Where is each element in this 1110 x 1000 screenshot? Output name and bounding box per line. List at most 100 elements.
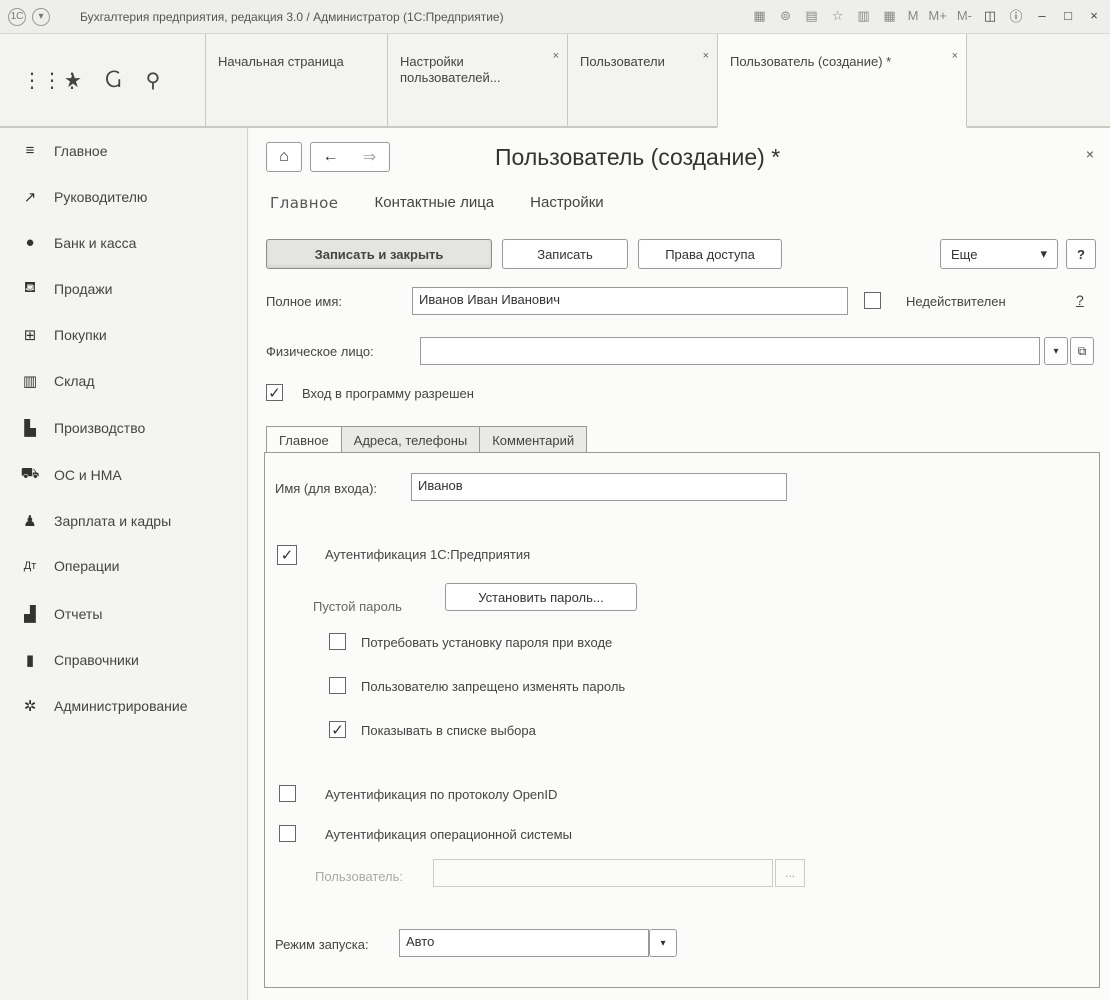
- close-tab-icon[interactable]: ×: [952, 50, 958, 62]
- show-in-list-checkbox[interactable]: ✓: [329, 721, 346, 739]
- invalid-help-link[interactable]: ?: [1076, 292, 1084, 308]
- close-window-icon[interactable]: ×: [1086, 8, 1102, 23]
- subtab-contacts[interactable]: Контактные лица: [374, 194, 494, 212]
- os-user-select-button: ...: [775, 859, 805, 887]
- forward-button[interactable]: ⇒: [350, 147, 389, 167]
- history-icon[interactable]: ⊚: [778, 8, 794, 24]
- subtab-main[interactable]: Главное: [270, 194, 338, 212]
- subtab-settings[interactable]: Настройки: [530, 194, 604, 212]
- menu-icon: ≡: [25, 142, 35, 159]
- panels-icon[interactable]: ◫: [982, 8, 998, 24]
- tab-users[interactable]: Пользователи ×: [567, 34, 717, 126]
- tab-home-page[interactable]: Начальная страница: [205, 34, 387, 126]
- close-tab-icon[interactable]: ×: [553, 50, 559, 62]
- window-title: Бухгалтерия предприятия, редакция 3.0 / …: [80, 9, 504, 24]
- sidebar-item-warehouse[interactable]: ▥ Склад: [20, 372, 95, 390]
- sidebar-item-catalogs[interactable]: ▮ Справочники: [20, 651, 139, 669]
- maximize-icon[interactable]: □: [1060, 8, 1076, 23]
- close-form-icon[interactable]: ×: [1086, 146, 1094, 162]
- sidebar-item-admin[interactable]: ✲ Администрирование: [20, 697, 188, 715]
- sidebar-item-label: Покупки: [54, 327, 107, 343]
- login-allowed-label: Вход в программу разрешен: [302, 386, 474, 401]
- history-clock-icon[interactable]: Ⴚ: [102, 68, 124, 93]
- calendar-icon[interactable]: ▦: [752, 8, 768, 24]
- access-rights-button[interactable]: Права доступа: [638, 239, 782, 269]
- tab-inner-comment[interactable]: Комментарий: [480, 426, 588, 454]
- save-close-button[interactable]: Записать и закрыть: [266, 239, 492, 269]
- launch-mode-dropdown-button[interactable]: ▾: [649, 929, 677, 957]
- chevron-down-icon: ▾: [1040, 246, 1047, 261]
- back-button[interactable]: ←: [311, 148, 350, 166]
- tab-inner-addresses[interactable]: Адреса, телефоны: [341, 426, 481, 454]
- tab-label: Пользователь (создание) *: [730, 54, 892, 69]
- show-in-list-label: Показывать в списке выбора: [361, 723, 536, 738]
- sidebar-item-sales[interactable]: ⛾ Продажи: [20, 279, 113, 298]
- grid-icon[interactable]: ▦: [882, 8, 898, 24]
- grid-menu-icon[interactable]: ⋮⋮⋮: [22, 68, 82, 93]
- tab-label: Пользователи: [580, 54, 665, 69]
- launch-mode-select[interactable]: Авто: [399, 929, 649, 957]
- search-icon[interactable]: ⚲: [142, 68, 164, 93]
- require-password-checkbox[interactable]: [329, 633, 346, 650]
- search-doc-icon[interactable]: ▤: [804, 8, 820, 24]
- sidebar-item-reports[interactable]: ▟ Отчеты: [20, 605, 102, 623]
- chevron-down-icon: ▾: [1053, 345, 1059, 357]
- sidebar-item-purchases[interactable]: ⊞ Покупки: [20, 326, 107, 344]
- app-menu-dropdown-icon[interactable]: ▾: [32, 7, 50, 26]
- home-icon: ⌂: [279, 148, 289, 165]
- person-field[interactable]: [420, 337, 1040, 365]
- sidebar-item-label: Руководителю: [54, 189, 148, 205]
- memory-mplus-icon[interactable]: M+: [928, 8, 946, 23]
- full-name-label: Полное имя:: [266, 294, 342, 309]
- sections-sidebar: ≡ Главное ↗ Руководителю ● Банк и касса …: [0, 128, 248, 1000]
- sidebar-item-salary[interactable]: ♟ Зарплата и кадры: [20, 512, 171, 530]
- invalid-checkbox[interactable]: [864, 292, 881, 309]
- forbid-change-checkbox[interactable]: [329, 677, 346, 694]
- memory-m-icon[interactable]: M: [908, 8, 919, 23]
- login-name-field[interactable]: Иванов: [411, 473, 787, 501]
- check-icon: ✓: [331, 721, 344, 739]
- info-icon[interactable]: ⓘ: [1008, 6, 1024, 25]
- tab-user-create[interactable]: Пользователь (создание) * ×: [717, 34, 967, 128]
- factory-icon: ▙: [24, 420, 36, 437]
- favorite-icon[interactable]: ☆: [830, 8, 846, 24]
- memory-mminus-icon[interactable]: M-: [957, 8, 972, 23]
- empty-password-label: Пустой пароль: [313, 599, 402, 614]
- full-name-field[interactable]: Иванов Иван Иванович: [412, 287, 848, 315]
- sidebar-item-manager[interactable]: ↗ Руководителю: [20, 188, 148, 206]
- os-auth-label: Аутентификация операционной системы: [325, 827, 572, 842]
- calculator-icon[interactable]: ▥: [856, 8, 872, 24]
- open-link-icon: ⧉: [1077, 343, 1087, 358]
- auth-1c-checkbox[interactable]: ✓: [277, 545, 297, 565]
- sidebar-item-main[interactable]: ≡ Главное: [20, 142, 108, 159]
- set-password-button[interactable]: Установить пароль...: [445, 583, 637, 611]
- person-open-button[interactable]: ⧉: [1070, 337, 1094, 365]
- openid-label: Аутентификация по протоколу OpenID: [325, 787, 558, 802]
- more-button[interactable]: Еще ▾: [940, 239, 1058, 269]
- person-dropdown-button[interactable]: ▾: [1044, 337, 1068, 365]
- minimize-icon[interactable]: –: [1034, 8, 1050, 23]
- sidebar-item-label: Администрирование: [54, 698, 188, 714]
- sidebar-item-bank[interactable]: ● Банк и касса: [20, 234, 136, 251]
- sidebar-item-operations[interactable]: Дт Операции: [20, 558, 120, 574]
- sidebar-item-assets[interactable]: ⛟ ОС и НМА: [20, 465, 122, 484]
- sidebar-item-label: Склад: [54, 373, 95, 389]
- tab-user-settings[interactable]: Настройки пользователей... ×: [387, 34, 567, 126]
- sidebar-item-production[interactable]: ▙ Производство: [20, 419, 145, 437]
- inner-tab-panel: Имя (для входа): Иванов ✓ Аутентификация…: [264, 452, 1100, 988]
- coin-icon: ●: [25, 234, 35, 251]
- sidebar-item-label: Банк и касса: [54, 234, 137, 251]
- os-auth-checkbox[interactable]: [279, 825, 296, 842]
- login-allowed-checkbox[interactable]: ✓: [266, 384, 283, 402]
- os-user-label: Пользователь:: [315, 869, 403, 884]
- help-button[interactable]: ?: [1066, 239, 1096, 269]
- app-logo-icon[interactable]: 1C: [8, 7, 26, 26]
- openid-checkbox[interactable]: [279, 785, 296, 802]
- tab-inner-main[interactable]: Главное: [266, 426, 342, 455]
- check-icon: ✓: [280, 547, 294, 564]
- home-button[interactable]: ⌂: [266, 142, 302, 172]
- close-tab-icon[interactable]: ×: [703, 50, 709, 62]
- save-button[interactable]: Записать: [502, 239, 628, 269]
- star-icon[interactable]: ★: [62, 68, 84, 93]
- sidebar-item-label: Продажи: [54, 280, 113, 297]
